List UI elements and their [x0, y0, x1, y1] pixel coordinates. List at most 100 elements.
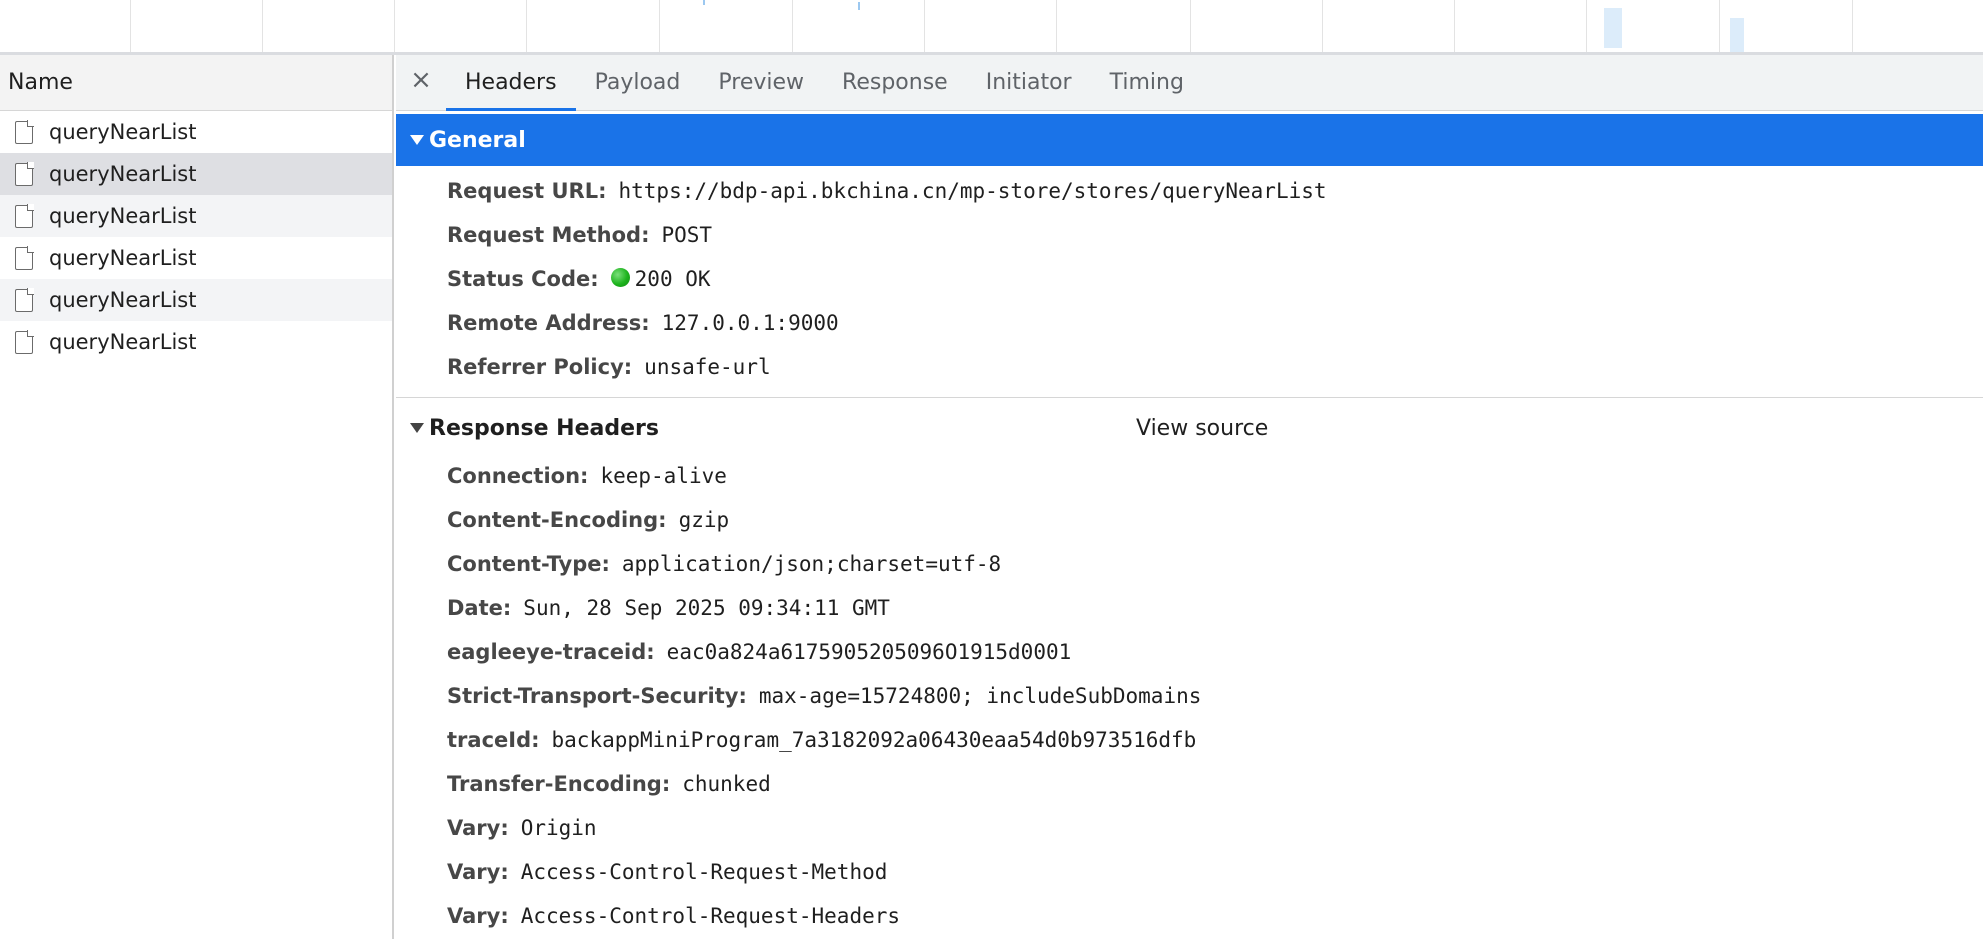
response-header-row: Vary: Access-Control-Request-Method — [396, 850, 1983, 894]
header-value[interactable]: keep-alive — [600, 464, 726, 488]
header-value[interactable]: 127.0.0.1:9000 — [662, 311, 839, 335]
document-icon — [15, 161, 34, 186]
timeline-gridline — [130, 0, 131, 52]
response-header-row: traceId: backappMiniProgram_7a3182092a06… — [396, 718, 1983, 762]
name-column-header[interactable]: Name — [0, 55, 392, 111]
response-headers-body: Connection: keep-alive Content-Encoding:… — [396, 454, 1983, 938]
request-name: queryNearList — [49, 162, 197, 186]
response-headers-section-header[interactable]: Response Headers View source — [396, 402, 1983, 454]
header-value[interactable]: Access-Control-Request-Headers — [521, 904, 900, 928]
header-value[interactable]: Sun, 28 Sep 2025 09:34:11 GMT — [523, 596, 890, 620]
response-header-row: Connection: keep-alive — [396, 454, 1983, 498]
timeline-gridline — [1190, 0, 1191, 52]
tab-timing[interactable]: Timing — [1091, 54, 1203, 110]
header-key: Remote Address: — [447, 311, 650, 335]
timeline-gridline — [1056, 0, 1057, 52]
request-name: queryNearList — [49, 246, 197, 270]
timeline-gridline — [792, 0, 793, 52]
header-value[interactable]: Origin — [521, 816, 597, 840]
header-key: Content-Type: — [447, 552, 610, 576]
request-name: queryNearList — [49, 204, 197, 228]
response-header-row: Transfer-Encoding: chunked — [396, 762, 1983, 806]
timeline-gridline — [1852, 0, 1853, 52]
request-row[interactable]: queryNearList — [0, 195, 392, 237]
request-url-row: Request URL: https://bdp-api.bkchina.cn/… — [396, 169, 1983, 213]
close-icon[interactable]: × — [396, 54, 446, 110]
response-header-row: Vary: Access-Control-Request-Headers — [396, 894, 1983, 938]
response-header-row: Date: Sun, 28 Sep 2025 09:34:11 GMT — [396, 586, 1983, 630]
timeline-gridline — [659, 0, 660, 52]
header-key: Content-Encoding: — [447, 508, 667, 532]
request-row[interactable]: queryNearList — [0, 111, 392, 153]
request-name: queryNearList — [49, 120, 197, 144]
header-value[interactable]: unsafe-url — [644, 355, 770, 379]
timeline-gridline — [1322, 0, 1323, 52]
status-ok-dot-icon — [610, 267, 630, 287]
timeline-gridline — [1719, 0, 1720, 52]
request-row[interactable]: queryNearList — [0, 321, 392, 363]
tab-payload[interactable]: Payload — [576, 54, 700, 110]
network-timeline-overview[interactable] — [0, 0, 1983, 55]
general-section-header[interactable]: General — [396, 114, 1983, 166]
tab-headers[interactable]: Headers — [446, 54, 576, 111]
response-header-row: Vary: Origin — [396, 806, 1983, 850]
response-headers-title: Response Headers — [429, 415, 659, 441]
header-key: Vary: — [447, 904, 509, 928]
request-row[interactable]: queryNearList — [0, 279, 392, 321]
header-value[interactable]: application/json;charset=utf-8 — [622, 552, 1001, 576]
header-key: eagleeye-traceid: — [447, 640, 655, 664]
referrer-policy-row: Referrer Policy: unsafe-url — [396, 345, 1983, 389]
response-header-row: Content-Encoding: gzip — [396, 498, 1983, 542]
header-value[interactable]: Access-Control-Request-Method — [521, 860, 888, 884]
timeline-gridline — [394, 0, 395, 52]
timeline-request-bar — [1730, 18, 1744, 52]
response-header-row: Strict-Transport-Security: max-age=15724… — [396, 674, 1983, 718]
timeline-gridline — [526, 0, 527, 52]
request-method-row: Request Method: POST — [396, 213, 1983, 257]
header-value[interactable]: 200 OK — [635, 267, 711, 291]
header-key: traceId: — [447, 728, 540, 752]
timeline-request-bar — [1604, 8, 1622, 48]
header-key: Request Method: — [447, 223, 650, 247]
header-key: Referrer Policy: — [447, 355, 633, 379]
request-row[interactable]: queryNearList — [0, 237, 392, 279]
header-value[interactable]: chunked — [682, 772, 771, 796]
tab-response[interactable]: Response — [823, 54, 967, 110]
remote-address-row: Remote Address: 127.0.0.1:9000 — [396, 301, 1983, 345]
header-key: Vary: — [447, 816, 509, 840]
request-name: queryNearList — [49, 288, 197, 312]
header-key: Status Code: — [447, 267, 599, 291]
general-section-title: General — [429, 127, 526, 153]
header-value[interactable]: max-age=15724800; includeSubDomains — [759, 684, 1202, 708]
timeline-request-bar — [858, 2, 860, 10]
header-value[interactable]: https://bdp-api.bkchina.cn/mp-store/stor… — [619, 179, 1327, 203]
document-icon — [15, 245, 34, 270]
document-icon — [15, 287, 34, 312]
header-value[interactable]: eac0a824a6175905205096O1915d0001 — [667, 640, 1072, 664]
request-details-panel: × Headers Payload Preview Response Initi… — [396, 55, 1983, 939]
timeline-gridline — [1454, 0, 1455, 52]
timeline-gridline — [1586, 0, 1587, 52]
timeline-gridline — [924, 0, 925, 52]
header-key: Request URL: — [447, 179, 607, 203]
general-section-body: Request URL: https://bdp-api.bkchina.cn/… — [396, 166, 1983, 395]
document-icon — [15, 119, 34, 144]
header-key: Connection: — [447, 464, 589, 488]
request-name: queryNearList — [49, 330, 197, 354]
tab-preview[interactable]: Preview — [699, 54, 823, 110]
caret-down-icon — [410, 423, 424, 433]
tab-initiator[interactable]: Initiator — [967, 54, 1091, 110]
header-value[interactable]: backappMiniProgram_7a3182092a06430eaa54d… — [552, 728, 1197, 752]
header-key: Transfer-Encoding: — [447, 772, 671, 796]
header-value[interactable]: gzip — [679, 508, 730, 532]
header-key: Vary: — [447, 860, 509, 884]
status-code-row: Status Code: 200 OK — [396, 257, 1983, 301]
document-icon — [15, 203, 34, 228]
view-source-link[interactable]: View source — [1136, 416, 1268, 441]
details-tabbar: × Headers Payload Preview Response Initi… — [396, 55, 1983, 111]
response-header-row: eagleeye-traceid: eac0a824a6175905205096… — [396, 630, 1983, 674]
request-row-selected[interactable]: queryNearList — [0, 153, 392, 195]
header-value[interactable]: POST — [661, 223, 712, 247]
timeline-request-bar — [703, 0, 705, 5]
header-key: Strict-Transport-Security: — [447, 684, 747, 708]
